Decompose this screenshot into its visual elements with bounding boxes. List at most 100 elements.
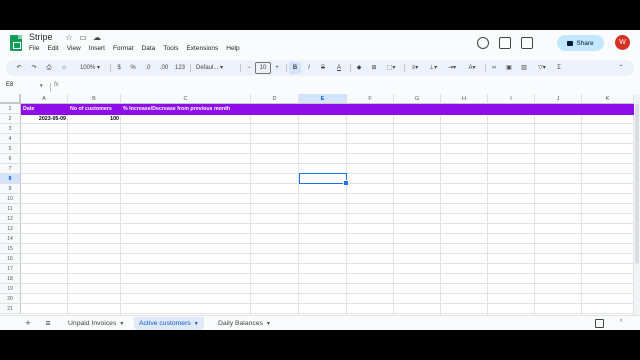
menu-data[interactable]: Data — [142, 45, 156, 52]
tab-unpaid-invoices[interactable]: Unpaid Invoices ▼ — [63, 317, 129, 330]
cell-b1[interactable]: No of customers — [68, 104, 121, 114]
redo-icon[interactable]: ↷ — [29, 62, 39, 74]
row-header-6[interactable]: 6 — [0, 154, 21, 164]
vertical-scroll-thumb[interactable] — [635, 104, 639, 264]
row-header-14[interactable]: 14 — [0, 234, 21, 244]
text-color-button[interactable]: A — [334, 62, 344, 74]
cloud-status-icon[interactable]: ☁ — [92, 33, 102, 43]
column-header-h[interactable]: H — [441, 94, 488, 104]
font-size-increase-button[interactable]: + — [273, 62, 281, 74]
row-header-16[interactable]: 16 — [0, 254, 21, 264]
document-title[interactable]: Stripe — [29, 32, 53, 42]
menu-tools[interactable]: Tools — [163, 45, 178, 52]
menu-format[interactable]: Format — [113, 45, 134, 52]
font-select[interactable]: Defaul... ▾ — [196, 62, 236, 74]
font-size-decrease-button[interactable]: − — [245, 62, 253, 74]
star-icon[interactable]: ☆ — [64, 33, 74, 43]
cell-a1[interactable]: Date — [21, 104, 68, 114]
cell-c1[interactable]: % Increase/Decrease from previous month — [121, 104, 301, 114]
row-header-8[interactable]: 8 — [0, 174, 21, 184]
fill-color-icon[interactable]: ◆ — [354, 62, 364, 74]
filter-icon[interactable]: ▽▾ — [534, 62, 550, 74]
row-header-9[interactable]: 9 — [0, 184, 21, 194]
menu-insert[interactable]: Insert — [89, 45, 105, 52]
row-header-15[interactable]: 15 — [0, 244, 21, 254]
decrease-decimal-button[interactable]: .0 — [142, 62, 154, 74]
row-header-2[interactable]: 2 — [0, 114, 21, 124]
explore-icon[interactable] — [595, 319, 604, 328]
column-header-k[interactable]: K — [582, 94, 634, 104]
strikethrough-button[interactable]: S — [318, 62, 328, 74]
font-size-input[interactable]: 10 — [255, 62, 271, 74]
chevron-down-icon[interactable]: ▾ — [40, 83, 43, 89]
avatar[interactable]: W — [615, 35, 630, 50]
cell-b2[interactable]: 100 — [68, 114, 121, 124]
formula-input[interactable] — [66, 82, 626, 93]
collapse-toolbar-icon[interactable]: ⌃ — [616, 62, 626, 74]
bold-button[interactable]: B — [289, 62, 301, 74]
undo-icon[interactable]: ↶ — [14, 62, 24, 74]
menu-file[interactable]: File — [29, 45, 39, 52]
currency-button[interactable]: $ — [115, 62, 123, 74]
version-history-icon[interactable] — [477, 37, 489, 49]
name-box[interactable]: E8 — [6, 82, 13, 88]
menu-edit[interactable]: Edit — [47, 45, 58, 52]
paint-format-icon[interactable]: ⌂ — [59, 62, 69, 74]
row-header-3[interactable]: 3 — [0, 124, 21, 134]
row-header-5[interactable]: 5 — [0, 144, 21, 154]
column-header-f[interactable]: F — [347, 94, 394, 104]
row-header-21[interactable]: 21 — [0, 304, 21, 314]
function-button[interactable]: Σ — [554, 62, 564, 74]
row-header-7[interactable]: 7 — [0, 164, 21, 174]
chevron-down-icon[interactable]: ▼ — [266, 321, 271, 327]
tab-daily-balances[interactable]: Daily Balances ▼ — [213, 317, 276, 330]
number-format-button[interactable]: 123 — [174, 62, 186, 74]
row-header-17[interactable]: 17 — [0, 264, 21, 274]
add-sheet-button[interactable]: + — [22, 317, 34, 329]
column-header-e[interactable]: E — [299, 94, 347, 104]
menu-help[interactable]: Help — [226, 45, 239, 52]
row-header-18[interactable]: 18 — [0, 274, 21, 284]
insert-comment-icon[interactable]: ▣ — [504, 62, 514, 74]
insert-link-icon[interactable]: ∞ — [489, 62, 499, 74]
comments-icon[interactable] — [499, 37, 511, 49]
column-header-j[interactable]: J — [535, 94, 582, 104]
italic-button[interactable]: I — [304, 62, 314, 74]
increase-decimal-button[interactable]: .00 — [157, 62, 171, 74]
borders-icon[interactable]: ⊞ — [369, 62, 379, 74]
move-folder-icon[interactable]: ▭ — [78, 33, 88, 43]
print-icon[interactable]: ⎙ — [44, 62, 54, 74]
row-header-10[interactable]: 10 — [0, 194, 21, 204]
select-all-corner[interactable] — [0, 94, 21, 104]
insert-chart-icon[interactable]: ▥ — [519, 62, 529, 74]
cell-a2[interactable]: 2023-05-09 — [21, 114, 68, 124]
vertical-scrollbar[interactable] — [634, 94, 640, 315]
row-header-13[interactable]: 13 — [0, 224, 21, 234]
row-header-4[interactable]: 4 — [0, 134, 21, 144]
column-header-a[interactable]: A — [21, 94, 68, 104]
sheets-logo-icon[interactable] — [10, 35, 22, 51]
row-header-1[interactable]: 1 — [0, 104, 21, 114]
text-rotation-icon[interactable]: A▾ — [464, 62, 480, 74]
chevron-down-icon[interactable]: ▼ — [119, 321, 124, 327]
column-header-c[interactable]: C — [121, 94, 251, 104]
menu-extensions[interactable]: Extensions — [186, 45, 218, 52]
row-header-12[interactable]: 12 — [0, 214, 21, 224]
percent-button[interactable]: % — [128, 62, 138, 74]
all-sheets-button[interactable]: ≡ — [42, 317, 54, 329]
selected-cell-e8[interactable] — [299, 173, 349, 186]
column-header-d[interactable]: D — [251, 94, 299, 104]
column-header-g[interactable]: G — [394, 94, 441, 104]
column-header-i[interactable]: I — [488, 94, 535, 104]
row-header-19[interactable]: 19 — [0, 284, 21, 294]
zoom-select[interactable]: 100% ▾ — [74, 62, 106, 74]
chevron-down-icon[interactable]: ▼ — [194, 321, 199, 327]
row-header-20[interactable]: 20 — [0, 294, 21, 304]
vertical-align-icon[interactable]: ⊥▾ — [426, 62, 440, 74]
horizontal-align-icon[interactable]: ≡▾ — [408, 62, 422, 74]
text-wrapping-icon[interactable]: ⇥▾ — [444, 62, 460, 74]
menu-view[interactable]: View — [67, 45, 81, 52]
meet-icon[interactable] — [521, 37, 533, 49]
row-header-11[interactable]: 11 — [0, 204, 21, 214]
column-header-b[interactable]: B — [68, 94, 121, 104]
